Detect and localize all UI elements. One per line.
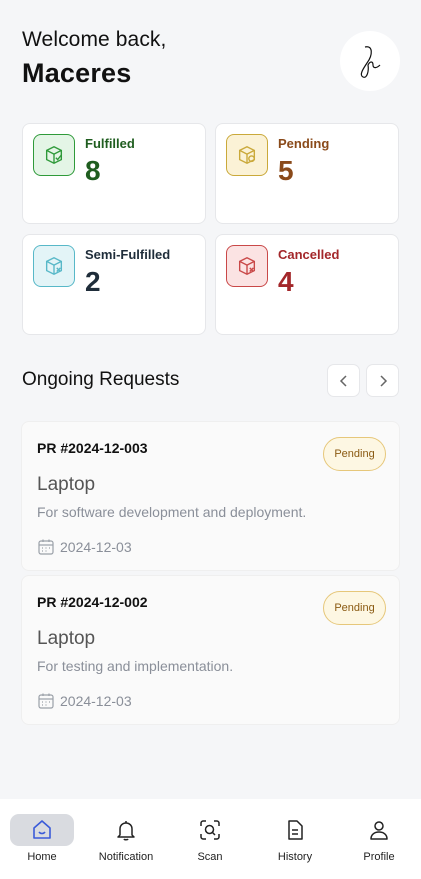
history-icon xyxy=(288,820,303,840)
status-badge: Pending xyxy=(323,591,386,625)
tab-label: Scan xyxy=(197,851,223,863)
prev-button[interactable] xyxy=(327,364,360,397)
request-card[interactable]: PR #2024-12-003 Pending Laptop For softw… xyxy=(21,421,400,571)
stat-value: 4 xyxy=(278,266,294,297)
scan-icon xyxy=(200,820,220,840)
request-item: Laptop xyxy=(37,474,96,495)
stat-card-semi-fulfilled[interactable]: Semi-Fulfilled 2 xyxy=(22,234,206,335)
stat-value: 2 xyxy=(85,266,101,297)
tab-label: Home xyxy=(27,851,57,863)
profile-icon xyxy=(370,821,388,840)
request-description: For testing and implementation. xyxy=(37,658,234,674)
request-date: 2024-12-03 xyxy=(60,539,132,555)
tab-scan[interactable]: Scan xyxy=(168,799,252,879)
stat-value: 8 xyxy=(85,155,101,186)
stat-label: Semi-Fulfilled xyxy=(85,247,171,262)
stat-label: Fulfilled xyxy=(85,136,135,151)
status-badge: Pending xyxy=(323,437,386,471)
greeting-text: Welcome back, xyxy=(22,28,167,51)
home-icon xyxy=(33,820,51,839)
request-number: PR #2024-12-003 xyxy=(37,440,148,456)
stat-card-pending[interactable]: Pending 5 xyxy=(215,123,399,224)
request-number: PR #2024-12-002 xyxy=(37,594,148,610)
request-date: 2024-12-03 xyxy=(60,693,132,709)
box-x-icon xyxy=(33,245,75,287)
stat-label: Cancelled xyxy=(278,247,340,262)
calendar-icon xyxy=(38,693,54,709)
calendar-icon xyxy=(38,539,54,555)
request-item: Laptop xyxy=(37,628,96,649)
header: Welcome back, Maceres xyxy=(22,28,166,89)
signature-avatar-icon xyxy=(360,46,381,78)
request-description: For software development and deployment. xyxy=(37,504,307,520)
box-clock-icon xyxy=(226,134,268,176)
tab-label: Profile xyxy=(363,851,395,863)
next-button[interactable] xyxy=(366,364,399,397)
stat-card-cancelled[interactable]: Cancelled 4 xyxy=(215,234,399,335)
tab-home[interactable]: Home xyxy=(0,799,84,879)
tab-label: History xyxy=(277,851,313,863)
section-title: Ongoing Requests xyxy=(22,369,180,390)
stat-label: Pending xyxy=(278,136,330,151)
avatar[interactable] xyxy=(340,31,400,91)
stat-value: 5 xyxy=(278,155,294,186)
bell-icon xyxy=(117,821,135,841)
box-check-icon xyxy=(33,134,75,176)
chevron-left-icon xyxy=(339,374,347,387)
tab-notification[interactable]: Notification xyxy=(84,799,168,879)
stat-card-fulfilled[interactable]: Fulfilled 8 xyxy=(22,123,206,224)
bottom-navigation: Home Notification Scan History Profile xyxy=(0,799,421,879)
user-name: Maceres xyxy=(22,58,132,88)
tab-profile[interactable]: Profile xyxy=(337,799,421,879)
request-card[interactable]: PR #2024-12-002 Pending Laptop For testi… xyxy=(21,575,400,725)
tab-history[interactable]: History xyxy=(253,799,337,879)
box-cancel-icon xyxy=(226,245,268,287)
chevron-right-icon xyxy=(379,374,387,387)
tab-label: Notification xyxy=(98,851,154,863)
